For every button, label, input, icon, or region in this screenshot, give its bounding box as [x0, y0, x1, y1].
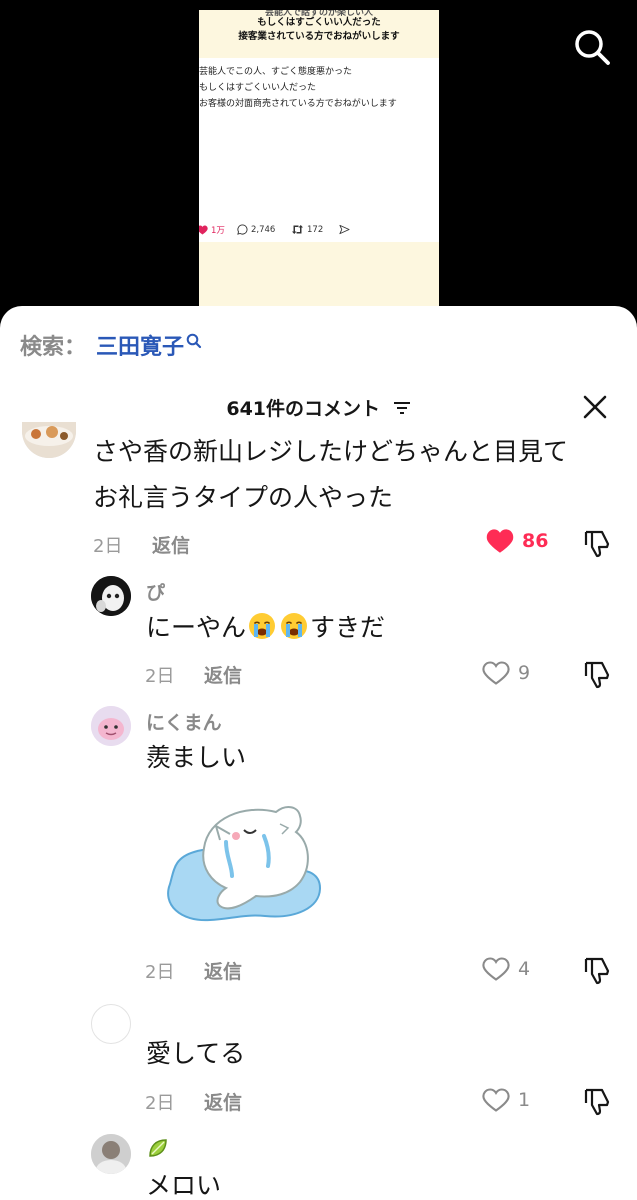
search-icon[interactable] — [571, 26, 613, 68]
post-line: 芸能人でこの人、すごく態度悪かった — [199, 67, 353, 77]
reply-button[interactable]: 返信 — [204, 957, 242, 984]
comment-text-part: にーやん — [146, 613, 247, 642]
post-line: お客様の対面商売されている方でおねがいします — [199, 99, 397, 109]
comment-date: 2日 — [145, 1093, 175, 1114]
like-count: 86 — [522, 530, 549, 552]
post-banner-line: もしくはすごくいい人だった — [257, 17, 381, 28]
comments-count-title: 641件のコメント — [0, 394, 637, 421]
post-reply-count: 2,746 — [251, 224, 276, 235]
heart-outline-icon — [482, 661, 510, 685]
related-search-label: 検索： — [20, 335, 87, 360]
related-search[interactable]: 検索： 三田寛子 — [20, 328, 202, 362]
avatar[interactable] — [91, 576, 131, 616]
like-count: 9 — [518, 662, 531, 684]
comment-text: 愛してる — [146, 1039, 246, 1068]
heart-icon — [199, 225, 208, 235]
post-banner-line: 接客業されている方でおねがいします — [238, 31, 400, 42]
profile-photo — [91, 1134, 131, 1174]
reply-button[interactable]: 返信 — [152, 531, 190, 558]
crying-cat-sticker — [167, 806, 322, 922]
comments-title-text: 641件のコメント — [226, 398, 381, 420]
share-send-icon — [339, 224, 350, 235]
avatar[interactable] — [91, 706, 131, 746]
like-button[interactable]: 4 — [482, 956, 530, 982]
dislike-icon[interactable] — [582, 528, 612, 558]
repost-icon — [292, 225, 303, 234]
heart-outline-icon — [482, 1088, 510, 1112]
post-footer — [199, 242, 439, 306]
reply-button[interactable]: 返信 — [204, 661, 242, 688]
avatar[interactable] — [91, 1004, 131, 1044]
comment-text: さや香の新山レジしたけどちゃんと目見て — [93, 437, 569, 466]
post-like-count: 1万 — [211, 226, 225, 236]
dislike-icon[interactable] — [582, 659, 612, 689]
comment-text: 羨ましい — [146, 743, 247, 772]
like-count: 1 — [518, 1089, 531, 1111]
comment-username[interactable]: にくまん — [146, 708, 222, 735]
food-photo-avatar — [22, 422, 76, 458]
heart-outline-icon — [482, 957, 510, 981]
comment-date: 2日 — [145, 962, 175, 983]
avatar[interactable] — [91, 1134, 131, 1174]
like-button[interactable]: 86 — [486, 528, 548, 554]
sort-filter-icon[interactable] — [393, 401, 411, 415]
comments-header: 641件のコメント — [0, 390, 637, 426]
comment-date: 2日 — [93, 536, 123, 557]
post-repost-count: 172 — [307, 224, 324, 235]
comment-text: お礼言うタイプの人やった — [93, 483, 394, 512]
post-line: もしくはすごくいい人だった — [199, 83, 317, 93]
like-button[interactable]: 1 — [482, 1087, 530, 1113]
lime-icon — [149, 1139, 167, 1157]
profile-photo — [91, 576, 131, 616]
like-count: 4 — [518, 958, 531, 980]
loudly-crying-face-icon — [249, 613, 276, 639]
post-actions: 1万 2,746 172 — [199, 222, 439, 240]
comment-date: 2日 — [145, 666, 175, 687]
comment-username[interactable]: ぴ — [146, 578, 165, 605]
post-body: 芸能人でこの人、すごく態度悪かった もしくはすごくいい人だった お客様の対面商売… — [199, 58, 439, 112]
video-player[interactable]: 芸能人で話すのが楽しい人 もしくはすごくいい人だった 接客業されている方でおねが… — [0, 0, 637, 330]
comment-text: メロい — [146, 1171, 222, 1200]
dislike-icon[interactable] — [582, 955, 612, 985]
reply-button[interactable]: 返信 — [204, 1088, 242, 1115]
comment-text: にーやん すきだ — [146, 608, 385, 648]
like-button[interactable]: 9 — [482, 660, 530, 686]
profile-photo — [91, 706, 131, 746]
comments-sheet: 検索： 三田寛子 641件のコメント さや香の新山レジしたけどちゃんと目見て お… — [0, 306, 637, 1200]
close-icon[interactable] — [580, 392, 610, 422]
heart-filled-icon — [486, 529, 514, 553]
comment-text-part: すきだ — [310, 613, 386, 642]
video-post-screenshot: 芸能人で話すのが楽しい人 もしくはすごくいい人だった 接客業されている方でおねが… — [199, 10, 439, 306]
reply-bubble-icon — [237, 224, 248, 235]
loudly-crying-face-icon — [281, 613, 308, 639]
post-banner: 芸能人で話すのが楽しい人 もしくはすごくいい人だった 接客業されている方でおねが… — [199, 10, 439, 58]
dislike-icon[interactable] — [582, 1086, 612, 1116]
avatar[interactable] — [22, 422, 76, 458]
search-icon — [186, 333, 202, 349]
related-search-term[interactable]: 三田寛子 — [96, 329, 184, 361]
